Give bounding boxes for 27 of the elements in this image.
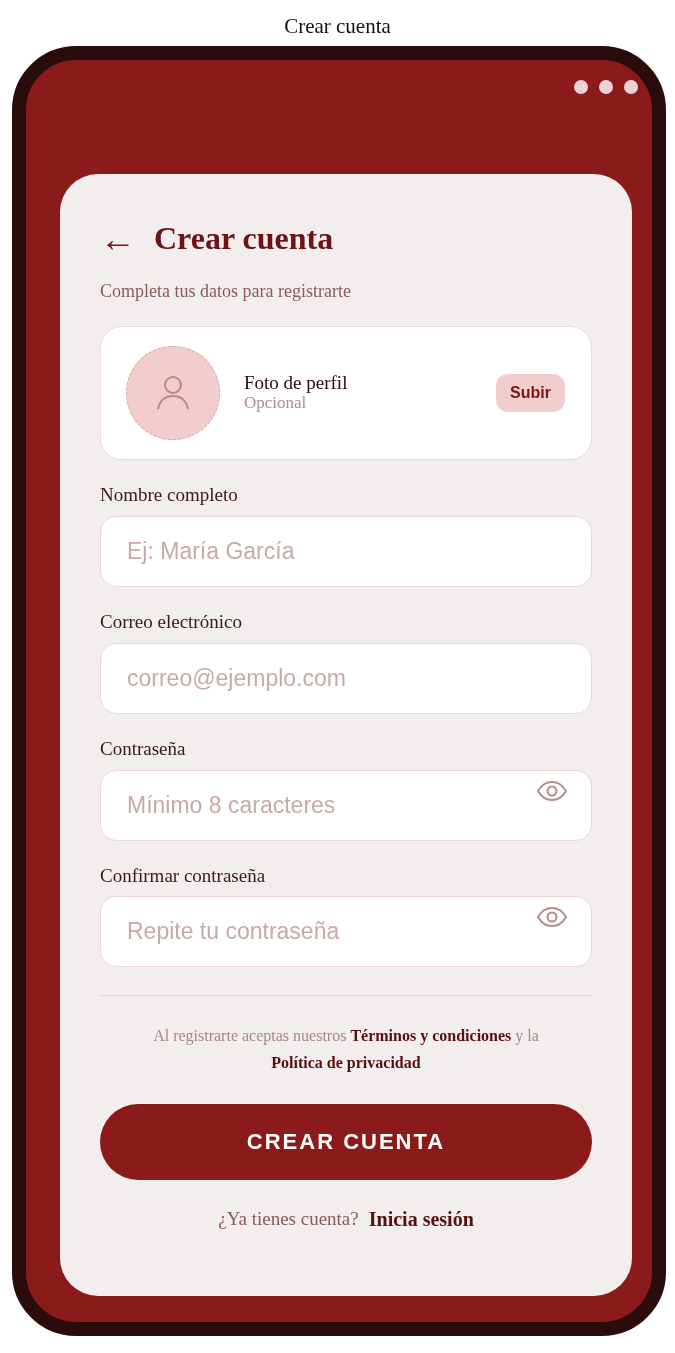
page-title: Crear cuenta — [284, 13, 391, 40]
field-label: Contraseña — [100, 737, 186, 760]
eye-icon[interactable] — [536, 906, 568, 929]
input-field[interactable]: Ej: María García — [100, 515, 592, 587]
subtitle: Completa tus datos para registrarte — [100, 281, 351, 302]
login-prompt: ¿Ya tienes cuenta? — [218, 1208, 359, 1232]
field-label: Nombre completo — [100, 484, 238, 506]
photo-hint: Opcional — [244, 394, 307, 413]
upload-button[interactable]: Subir — [496, 374, 565, 412]
back-button[interactable]: ← — [100, 220, 136, 257]
status-dot — [574, 80, 588, 94]
terms-text: Al registrarte aceptas nuestros Términos y condiciones y la Política de privacidad — [152, 1026, 540, 1074]
input-field[interactable]: Mínimo 8 caracteres — [100, 769, 592, 841]
input-field[interactable]: Repite tu contraseña — [100, 896, 592, 968]
login-link[interactable]: Inicia sesión — [368, 1208, 474, 1232]
status-dot — [599, 80, 613, 94]
person-icon — [156, 375, 190, 411]
input-field[interactable]: correo@ejemplo.com — [100, 642, 592, 714]
create-account-button[interactable]: CREAR CUENTA — [100, 1104, 592, 1181]
field-label: Confirmar contraseña — [100, 864, 266, 887]
photo-label: Foto de perfil — [244, 373, 348, 395]
field-label: Correo electrónico — [100, 610, 242, 633]
privacy-link[interactable]: Política de privacidad — [271, 1054, 421, 1072]
status-dot — [624, 80, 638, 94]
eye-icon[interactable] — [536, 779, 568, 802]
screen-title: Crear cuenta — [154, 220, 334, 257]
terms-link[interactable]: Términos y condiciones — [350, 1027, 512, 1045]
